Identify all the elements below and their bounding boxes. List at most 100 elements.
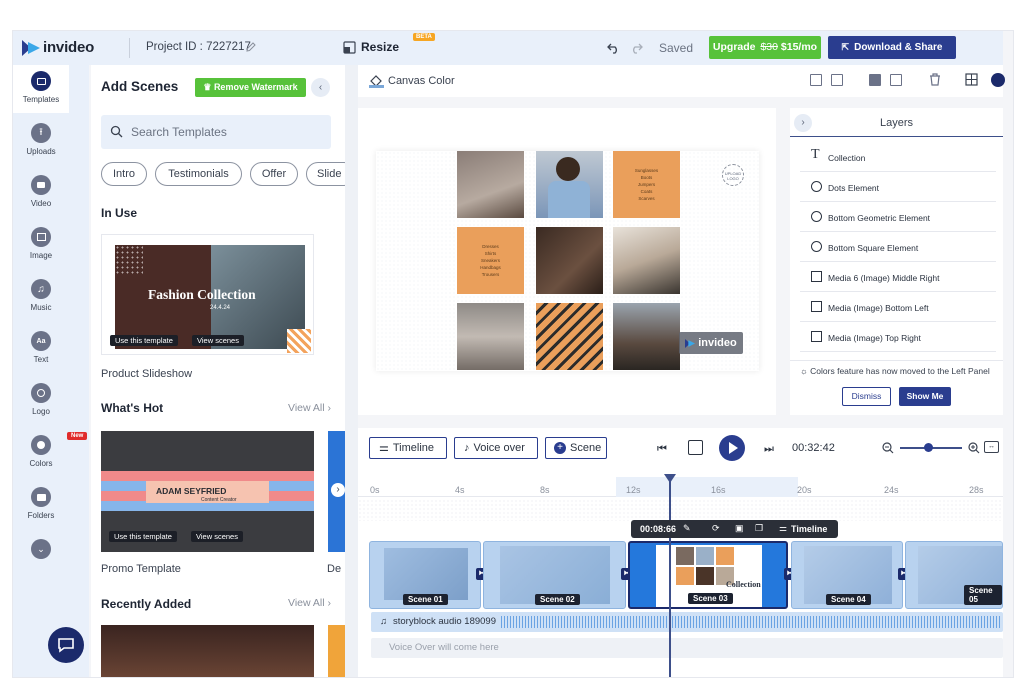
- layers-collapse-button[interactable]: ›: [794, 114, 812, 132]
- canvas-image-shoes[interactable]: [457, 151, 524, 218]
- layer-item[interactable]: Dots Element: [800, 172, 996, 202]
- add-scene-button[interactable]: + Scene: [545, 437, 607, 459]
- canvas-sheet[interactable]: Sunglasses Boots Jumpers Coats Scarves U…: [376, 151, 759, 371]
- carousel-next-icon[interactable]: ›: [331, 483, 345, 497]
- resize-icon[interactable]: [343, 41, 356, 54]
- zoom-out-icon[interactable]: [882, 442, 894, 454]
- layer-label: Media (Image) Bottom Left: [828, 303, 929, 313]
- layer-item[interactable]: T Collection: [800, 142, 996, 172]
- microphone-icon: ♪: [464, 442, 470, 454]
- bring-front-icon[interactable]: [869, 74, 881, 86]
- use-template-button[interactable]: Use this template: [110, 335, 178, 346]
- download-share-button[interactable]: ⇱ Download & Share: [828, 36, 956, 59]
- upload-logo-placeholder[interactable]: UPLOAD LOGO: [722, 164, 744, 186]
- rail-more-button[interactable]: ⌄: [13, 539, 69, 563]
- zoom-slider-handle[interactable]: [924, 443, 933, 452]
- copy-icon[interactable]: [831, 74, 843, 86]
- canvas-image-bag[interactable]: [613, 227, 680, 294]
- grid-icon[interactable]: [965, 73, 978, 86]
- recent-template-thumb[interactable]: [101, 625, 314, 677]
- dismiss-button[interactable]: Dismiss: [842, 387, 891, 406]
- voice-over-button[interactable]: ♪ Voice over: [454, 437, 538, 459]
- canvas-image-hair[interactable]: [536, 227, 603, 294]
- zoom-in-icon[interactable]: [968, 442, 980, 454]
- scene-clip-04[interactable]: Scene 04: [791, 541, 903, 609]
- scene-clip-05[interactable]: Scene 05: [905, 541, 1003, 609]
- scene-preview-icon[interactable]: [688, 440, 703, 455]
- play-button[interactable]: [719, 435, 745, 461]
- edit-pencil-icon[interactable]: ✎: [683, 523, 691, 534]
- duplicate-icon[interactable]: ❐: [755, 523, 763, 534]
- layer-label: Media (Image) Top Right: [828, 333, 921, 343]
- layer-item[interactable]: Media 6 (Image) Middle Right: [800, 262, 996, 292]
- show-me-button[interactable]: Show Me: [899, 387, 951, 406]
- popup-timeline-label[interactable]: Timeline: [791, 524, 827, 534]
- rail-item-folders[interactable]: Folders: [13, 487, 69, 520]
- canvas-orange-tile-1[interactable]: Sunglasses Boots Jumpers Coats Scarves: [613, 151, 680, 218]
- rail-item-video[interactable]: Video: [13, 175, 69, 208]
- scene-clip-02[interactable]: Scene 02: [483, 541, 626, 609]
- rail-item-uploads[interactable]: ⭱ Uploads: [13, 123, 69, 156]
- rail-item-text[interactable]: Aa Text: [13, 331, 69, 364]
- pencil-icon[interactable]: [246, 42, 256, 52]
- in-use-template-thumb[interactable]: Fashion Collection 24.4.24 Use this temp…: [101, 234, 314, 355]
- rail-item-colors[interactable]: Colors: [13, 435, 69, 468]
- delete-icon[interactable]: ▣: [735, 523, 744, 534]
- replace-icon[interactable]: ⟳: [712, 523, 720, 534]
- canvas-color-button[interactable]: Canvas Color: [388, 75, 455, 87]
- scene-label: Scene 04: [826, 594, 871, 605]
- rail-item-logo[interactable]: Logo: [13, 383, 69, 416]
- upgrade-button[interactable]: Upgrade $30 $15/mo: [709, 36, 821, 59]
- send-back-icon[interactable]: [890, 74, 902, 86]
- scene-clip-03-selected[interactable]: Collection Scene 03: [628, 541, 788, 609]
- palette-icon: [31, 435, 51, 455]
- chip-intro[interactable]: Intro: [101, 162, 147, 186]
- timeline-button[interactable]: ⚌ Timeline: [369, 437, 447, 459]
- templates-icon: [31, 71, 51, 91]
- timeline-btn-label: Timeline: [392, 442, 435, 454]
- popup-timeline-icon[interactable]: ⚌: [779, 523, 787, 534]
- chip-offer[interactable]: Offer: [250, 162, 298, 186]
- canvas-image-couple[interactable]: [613, 303, 680, 370]
- fit-timeline-icon[interactable]: ↔: [984, 441, 999, 453]
- resize-button[interactable]: Resize: [361, 40, 399, 54]
- rail-item-templates[interactable]: Templates: [13, 65, 69, 113]
- playhead[interactable]: [669, 476, 671, 677]
- undo-icon[interactable]: [607, 42, 620, 54]
- rail-item-image[interactable]: Image: [13, 227, 69, 260]
- audio-track[interactable]: ♫ storyblock audio 189099: [371, 612, 1003, 632]
- more-options-icon[interactable]: [991, 73, 1005, 87]
- whats-hot-template-thumb[interactable]: ADAM SEYFRIED Content Creator Use this t…: [101, 431, 314, 552]
- view-scenes-button[interactable]: View scenes: [191, 531, 243, 542]
- trash-icon[interactable]: [929, 73, 941, 86]
- skip-forward-icon[interactable]: ⏭: [764, 443, 774, 456]
- voice-over-track[interactable]: Voice Over will come here: [371, 638, 1003, 658]
- next-template-thumb[interactable]: ›: [328, 431, 345, 552]
- recent-template-thumb-2[interactable]: [328, 625, 345, 677]
- duplicate-icon[interactable]: [810, 74, 822, 86]
- remove-watermark-button[interactable]: ♛ Remove Watermark: [195, 78, 306, 97]
- layer-item[interactable]: Media (Image) Bottom Left: [800, 292, 996, 322]
- layer-item[interactable]: Media (Image) Top Right: [800, 322, 996, 352]
- scene-clip-01[interactable]: Scene 01: [369, 541, 481, 609]
- search-input[interactable]: Search Templates: [101, 115, 331, 149]
- canvas-image-sneakers[interactable]: [457, 303, 524, 370]
- whats-hot-view-all[interactable]: View All ›: [288, 402, 331, 414]
- canvas-image-woman[interactable]: [536, 151, 603, 218]
- paint-bucket-icon[interactable]: [369, 73, 384, 88]
- layer-item[interactable]: Bottom Geometric Element: [800, 202, 996, 232]
- collapse-panel-button[interactable]: ‹: [311, 78, 330, 97]
- view-scenes-button[interactable]: View scenes: [192, 335, 244, 346]
- redo-icon[interactable]: [630, 42, 643, 54]
- chip-testimonials[interactable]: Testimonials: [155, 162, 242, 186]
- recent-view-all[interactable]: View All ›: [288, 597, 331, 609]
- skip-back-icon[interactable]: ⏮: [657, 443, 667, 456]
- canvas-orange-tile-2[interactable]: Dresses Shirts Sneakers Handbags Trouser…: [457, 227, 524, 294]
- chat-button[interactable]: [48, 627, 84, 663]
- layer-item[interactable]: Bottom Square Element: [800, 232, 996, 262]
- canvas-stripes-tile[interactable]: [536, 303, 603, 370]
- layer-label: Media 6 (Image) Middle Right: [828, 273, 940, 283]
- playhead-handle[interactable]: [664, 474, 676, 483]
- use-template-button[interactable]: Use this template: [109, 531, 177, 542]
- rail-item-music[interactable]: ♫ Music: [13, 279, 69, 312]
